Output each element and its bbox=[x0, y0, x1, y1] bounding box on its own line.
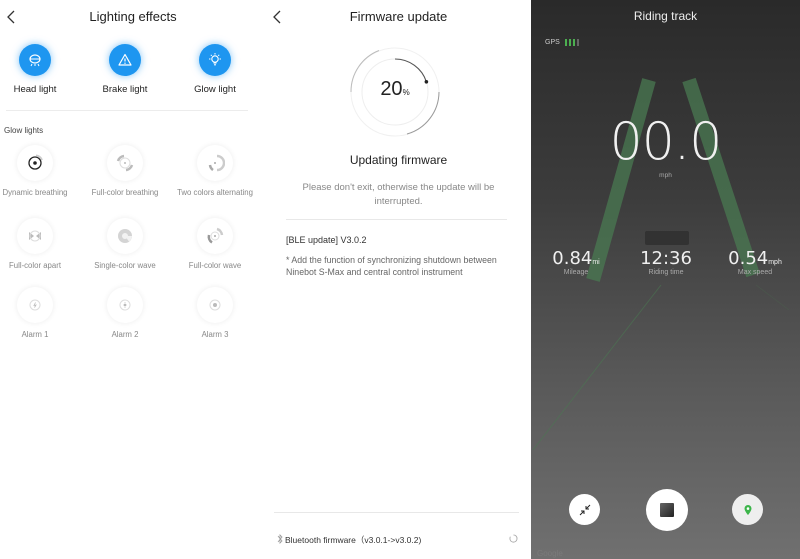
map-label-tag bbox=[645, 231, 689, 245]
stat-label: Mileage bbox=[563, 269, 589, 276]
collapse-button[interactable] bbox=[569, 494, 600, 525]
track-line bbox=[755, 284, 790, 311]
stat-max-speed: 0.54mph Max speed bbox=[710, 248, 800, 276]
effect-two-colors-alternating[interactable]: Two colors alternating bbox=[170, 145, 260, 198]
stat-mileage: 0.84mi Mileage bbox=[531, 248, 621, 276]
bluetooth-icon bbox=[277, 534, 283, 544]
map-view-button[interactable] bbox=[732, 494, 763, 525]
section-label: Glow lights bbox=[4, 126, 44, 135]
effect-label: Alarm 2 bbox=[111, 330, 139, 339]
status-title: Updating firmware bbox=[349, 153, 448, 167]
effect-label: Single-color wave bbox=[94, 261, 156, 270]
firmware-update-screen: Firmware update 20% Updating firmware Pl… bbox=[266, 0, 531, 559]
alarm-3-icon bbox=[209, 299, 221, 311]
stop-button[interactable] bbox=[646, 489, 688, 531]
effect-label: Full-color breathing bbox=[91, 188, 159, 197]
single-color-wave-icon bbox=[118, 229, 132, 243]
effect-full-color-breathing[interactable]: Full-color breathing bbox=[80, 145, 170, 198]
effect-label: Full-color wave bbox=[188, 261, 242, 270]
alarm-1-icon bbox=[29, 299, 41, 311]
effect-full-color-apart[interactable]: Full-color apart bbox=[0, 218, 80, 271]
full-color-apart-icon bbox=[29, 230, 41, 242]
gps-bar bbox=[572, 39, 575, 46]
effect-alarm-2[interactable]: Alarm 2 bbox=[80, 287, 170, 340]
head-light-toggle[interactable]: Head light bbox=[0, 44, 75, 95]
gps-signal-bars bbox=[564, 39, 579, 46]
effect-single-color-wave[interactable]: Single-color wave bbox=[80, 218, 170, 271]
stat-label: Riding time bbox=[648, 269, 684, 276]
stat-unit: mi bbox=[592, 259, 600, 266]
gps-label: GPS bbox=[545, 39, 560, 46]
head-light-label: Head light bbox=[13, 84, 57, 95]
main-lights: Head light Brake light Glow light bbox=[0, 44, 266, 104]
stat-value: 12:36 bbox=[640, 248, 692, 269]
effect-alarm-3[interactable]: Alarm 3 bbox=[170, 287, 260, 340]
divider bbox=[6, 110, 248, 111]
progress-unit: % bbox=[402, 88, 410, 97]
effect-label: Two colors alternating bbox=[177, 188, 253, 197]
gps-bar bbox=[568, 39, 571, 46]
stat-label: Max speed bbox=[737, 269, 773, 276]
warning-triangle-icon bbox=[118, 53, 132, 66]
current-speed: 00.0 bbox=[609, 112, 723, 172]
gps-bar bbox=[564, 39, 567, 46]
stat-unit: mph bbox=[768, 259, 782, 266]
effect-full-color-wave[interactable]: Full-color wave bbox=[170, 218, 260, 271]
two-colors-alternating-icon bbox=[208, 154, 225, 172]
brake-light-toggle[interactable]: Brake light bbox=[85, 44, 165, 95]
dynamic-breathing-icon bbox=[28, 154, 43, 170]
page-title: Riding track bbox=[633, 9, 698, 23]
lightbulb-icon bbox=[209, 53, 221, 66]
map-attribution: Google bbox=[537, 549, 563, 558]
track-line bbox=[532, 284, 662, 451]
loading-spinner-icon bbox=[509, 534, 518, 543]
headlight-icon bbox=[29, 54, 41, 67]
speed-unit: mph bbox=[659, 172, 672, 179]
stat-value: 0.84 bbox=[552, 248, 593, 269]
status-message: Please don't exit, otherwise the update … bbox=[302, 182, 495, 207]
divider bbox=[274, 512, 519, 513]
riding-track-screen: Riding track GPS 00.0 mph 0.84mi Mileage… bbox=[531, 0, 800, 559]
effect-label: Dynamic breathing bbox=[2, 188, 68, 197]
effect-label: Alarm 1 bbox=[21, 330, 49, 339]
progress-percent: 20% bbox=[349, 78, 441, 101]
effect-label: Alarm 3 bbox=[201, 330, 229, 339]
stat-riding-time: 12:36 Riding time bbox=[621, 248, 711, 276]
lighting-effects-screen: Lighting effects Head light Brake light … bbox=[0, 0, 266, 559]
stop-icon bbox=[660, 503, 674, 517]
effect-label: Full-color apart bbox=[9, 261, 61, 270]
bluetooth-firmware-label: Bluetooth firmware（v3.0.1->v3.0.2) bbox=[285, 535, 422, 545]
stat-value: 0.54 bbox=[728, 248, 769, 269]
version-line: [BLE update] V3.0.2 bbox=[286, 235, 367, 245]
alarm-2-icon bbox=[119, 299, 131, 311]
effect-alarm-1[interactable]: Alarm 1 bbox=[0, 287, 80, 340]
bluetooth-firmware-row: Bluetooth firmware（v3.0.1->v3.0.2) bbox=[276, 533, 521, 547]
progress-value: 20 bbox=[380, 78, 403, 100]
page-title: Firmware update bbox=[349, 9, 448, 24]
brake-light-label: Brake light bbox=[102, 84, 148, 95]
collapse-arrows-icon bbox=[579, 504, 590, 515]
glow-light-toggle[interactable]: Glow light bbox=[175, 44, 255, 95]
map-track bbox=[532, 77, 790, 451]
full-color-breathing-icon bbox=[116, 154, 134, 172]
map-pin-icon bbox=[744, 504, 751, 515]
full-color-wave-icon bbox=[207, 227, 224, 244]
gps-bar bbox=[576, 39, 579, 46]
glow-light-label: Glow light bbox=[194, 84, 236, 95]
page-title: Lighting effects bbox=[89, 9, 177, 24]
effect-dynamic-breathing[interactable]: Dynamic breathing bbox=[0, 145, 80, 198]
gps-indicator: GPS bbox=[545, 39, 579, 46]
release-notes: * Add the function of synchronizing shut… bbox=[286, 255, 497, 277]
divider bbox=[286, 219, 507, 220]
